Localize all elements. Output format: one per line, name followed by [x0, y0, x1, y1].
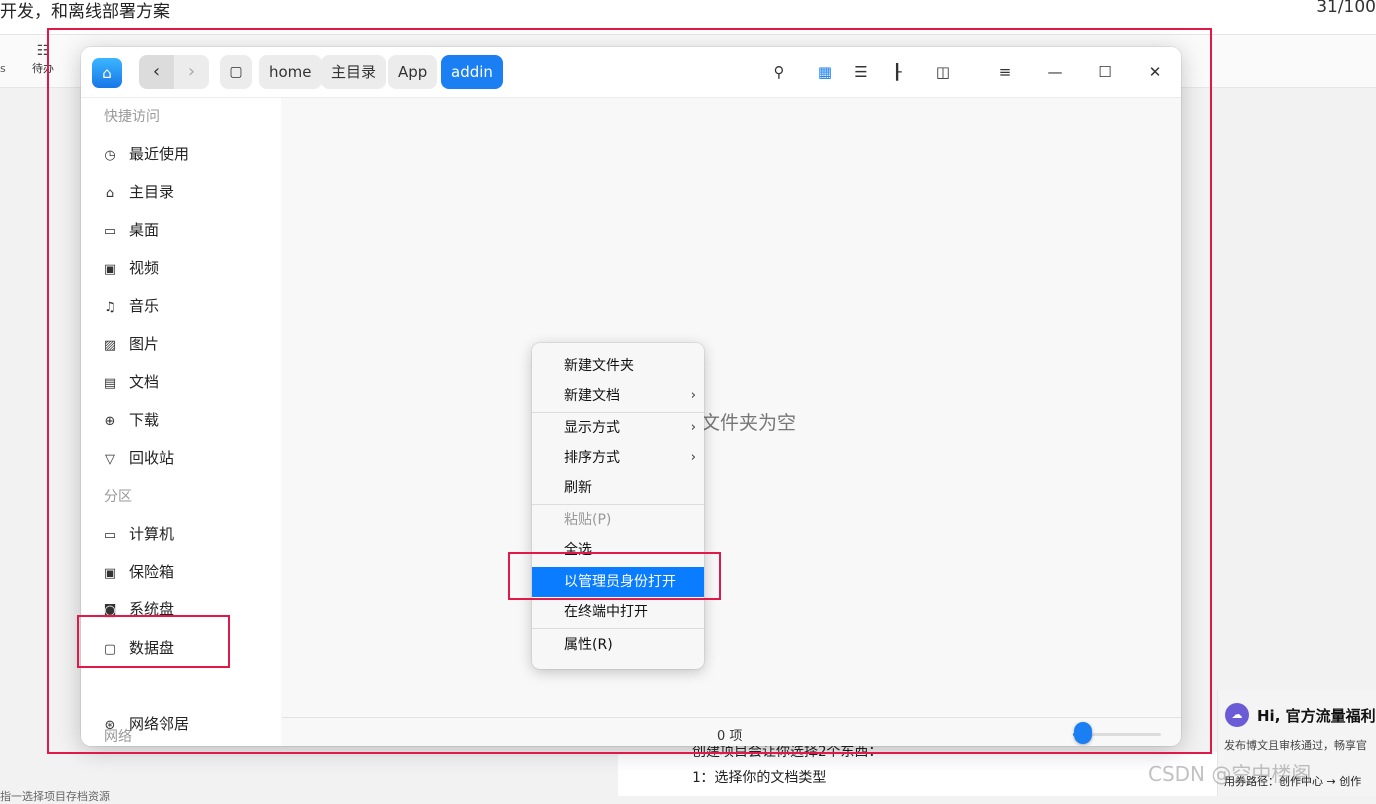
bottom-left-text: 指一选择项目存档资源	[0, 790, 110, 803]
promo-title[interactable]: Hi, 官方流量福利	[1257, 705, 1376, 726]
promo-description: 发布博文且审核通过，畅享官	[1224, 739, 1367, 752]
annotation-box-data-disk	[77, 615, 230, 668]
doc-line: 1：选择你的文档类型	[692, 770, 827, 786]
watermark: CSDN @空中楼阁	[1148, 762, 1312, 786]
annotation-box-admin-open	[508, 552, 721, 600]
article-title-input[interactable]: 开发，和离线部署方案	[0, 0, 170, 22]
toolbar-edge-label: s	[0, 62, 6, 75]
title-char-count: 31/100	[1316, 0, 1376, 17]
promo-avatar: ☁	[1225, 703, 1249, 727]
